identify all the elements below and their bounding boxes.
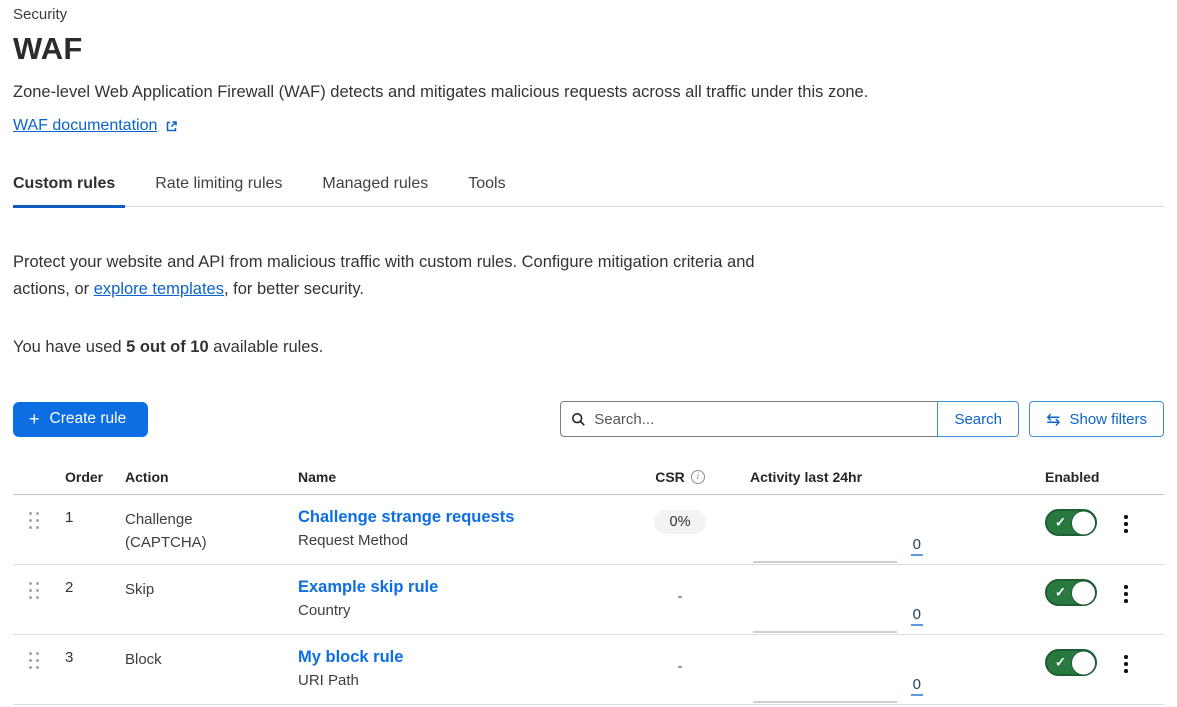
header-csr: CSR i	[625, 467, 735, 485]
table-row: 1 Challenge (CAPTCHA) Challenge strange …	[13, 495, 1164, 565]
header-menu-spacer	[1100, 467, 1164, 469]
row-menu-button[interactable]	[1120, 651, 1132, 677]
usage-post: available rules.	[209, 338, 324, 356]
waf-documentation-link[interactable]: WAF documentation	[13, 117, 157, 135]
row-menu-button[interactable]	[1120, 581, 1132, 607]
page-description: Zone-level Web Application Firewall (WAF…	[13, 83, 1164, 102]
table-header-row: Order Action Name CSR i Activity last 24…	[13, 461, 1164, 495]
toolbar: + Create rule Search ⇆ Show filt	[13, 401, 1164, 437]
check-icon: ✓	[1055, 654, 1066, 670]
enabled-toggle[interactable]: ✓	[1045, 509, 1097, 536]
rule-name-link[interactable]: Challenge strange requests	[298, 508, 514, 527]
check-icon: ✓	[1055, 514, 1066, 530]
create-rule-button[interactable]: + Create rule	[13, 402, 148, 437]
activity-cell: 0	[735, 648, 935, 704]
activity-sparkline	[753, 701, 897, 703]
tab-custom-rules[interactable]: Custom rules	[13, 175, 125, 206]
breadcrumb: Security	[13, 6, 1164, 23]
activity-cell: 0	[735, 508, 935, 564]
rule-field: Request Method	[298, 532, 625, 549]
rule-action: Challenge (CAPTCHA)	[113, 508, 225, 554]
plus-icon: +	[29, 410, 40, 428]
tab-rate-limiting-rules[interactable]: Rate limiting rules	[155, 175, 292, 206]
rule-field: Country	[298, 602, 625, 619]
usage-summary: You have used 5 out of 10 available rule…	[13, 338, 1164, 357]
drag-handle-icon[interactable]	[13, 578, 57, 599]
enabled-toggle[interactable]: ✓	[1045, 579, 1097, 606]
tab-managed-rules[interactable]: Managed rules	[322, 175, 438, 206]
rule-name-link[interactable]: Example skip rule	[298, 578, 438, 597]
drag-handle-icon[interactable]	[13, 648, 57, 669]
toggle-knob	[1071, 650, 1096, 675]
search-input[interactable]	[594, 411, 927, 428]
rule-order: 3	[57, 648, 113, 666]
header-activity: Activity last 24hr	[735, 467, 935, 485]
usage-pre: You have used	[13, 338, 126, 356]
check-icon: ✓	[1055, 584, 1066, 600]
table-row: 3 Block My block rule URI Path - 0 ✓	[13, 635, 1164, 705]
show-filters-button[interactable]: ⇆ Show filters	[1029, 401, 1164, 437]
csr-badge: 0%	[654, 510, 707, 534]
search-button[interactable]: Search	[937, 401, 1019, 437]
header-enabled: Enabled	[935, 467, 1100, 485]
csr-value: -	[678, 650, 683, 675]
header-action: Action	[113, 467, 285, 485]
header-csr-label: CSR	[655, 469, 685, 485]
table-row: 2 Skip Example skip rule Country - 0 ✓	[13, 565, 1164, 635]
activity-cell: 0	[735, 578, 935, 634]
intro-paragraph: Protect your website and API from malici…	[13, 249, 758, 303]
activity-count-link[interactable]: 0	[911, 606, 923, 626]
csr-value: -	[678, 580, 683, 605]
create-rule-label: Create rule	[50, 410, 127, 428]
search-box	[560, 401, 938, 437]
info-icon[interactable]: i	[691, 470, 705, 484]
activity-count-link[interactable]: 0	[911, 676, 923, 696]
external-link-icon	[164, 119, 179, 134]
toggle-knob	[1071, 580, 1096, 605]
header-drag-spacer	[13, 467, 57, 469]
rule-action: Skip	[113, 578, 225, 601]
rule-field: URI Path	[298, 672, 625, 689]
waf-page: Security WAF Zone-level Web Application …	[0, 0, 1177, 705]
activity-count-link[interactable]: 0	[911, 536, 923, 556]
header-order: Order	[57, 467, 113, 485]
explore-templates-link[interactable]: explore templates	[94, 280, 224, 298]
rule-order: 2	[57, 578, 113, 596]
tab-tools[interactable]: Tools	[468, 175, 515, 206]
intro-text-post: , for better security.	[224, 280, 364, 298]
activity-sparkline	[753, 561, 897, 563]
usage-count: 5 out of 10	[126, 338, 209, 356]
page-title: WAF	[13, 31, 1164, 67]
tab-bar: Custom rules Rate limiting rules Managed…	[13, 175, 1164, 207]
swap-arrows-icon: ⇆	[1046, 411, 1060, 428]
enabled-toggle[interactable]: ✓	[1045, 649, 1097, 676]
rule-order: 1	[57, 508, 113, 526]
activity-sparkline	[753, 631, 897, 633]
rules-table: Order Action Name CSR i Activity last 24…	[13, 461, 1164, 705]
show-filters-label: Show filters	[1069, 411, 1147, 428]
rule-action: Block	[113, 648, 225, 671]
row-menu-button[interactable]	[1120, 511, 1132, 537]
toggle-knob	[1071, 510, 1096, 535]
rule-name-link[interactable]: My block rule	[298, 648, 403, 667]
search-icon	[571, 412, 586, 427]
header-name: Name	[285, 467, 625, 485]
drag-handle-icon[interactable]	[13, 508, 57, 529]
